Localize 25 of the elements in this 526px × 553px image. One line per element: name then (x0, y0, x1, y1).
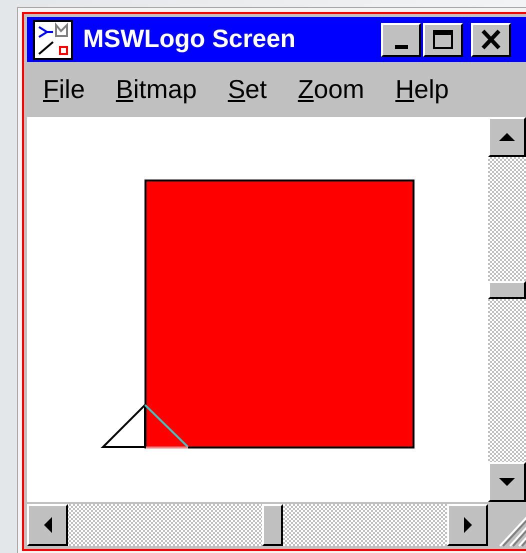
window-title: MSWLogo Screen (83, 25, 297, 54)
right-arrow-icon (462, 515, 474, 535)
scroll-up-button[interactable] (488, 117, 526, 157)
app-icon (33, 20, 73, 60)
scroll-thumb[interactable] (488, 281, 526, 299)
minimize-button[interactable] (381, 22, 421, 56)
vertical-scrollbar[interactable] (488, 117, 526, 502)
left-arrow-icon (42, 515, 54, 535)
close-icon (479, 28, 503, 52)
scroll-down-button[interactable] (488, 462, 526, 502)
scroll-right-button[interactable] (447, 504, 488, 546)
menu-item[interactable]: Help (395, 74, 449, 105)
down-arrow-icon (497, 476, 517, 488)
horizontal-scrollbar[interactable] (27, 504, 488, 546)
maximize-icon (431, 28, 455, 52)
close-button[interactable] (471, 22, 511, 56)
maximize-button[interactable] (423, 22, 463, 56)
menu-item[interactable]: Zoom (298, 74, 364, 105)
scroll-left-button[interactable] (27, 504, 68, 546)
minimize-icon (394, 44, 408, 48)
scroll-thumb[interactable] (262, 504, 283, 546)
menu-item[interactable]: File (43, 74, 85, 105)
menu-item[interactable]: Bitmap (116, 74, 197, 105)
menu-item[interactable]: Set (228, 74, 267, 105)
up-arrow-icon (497, 131, 517, 143)
